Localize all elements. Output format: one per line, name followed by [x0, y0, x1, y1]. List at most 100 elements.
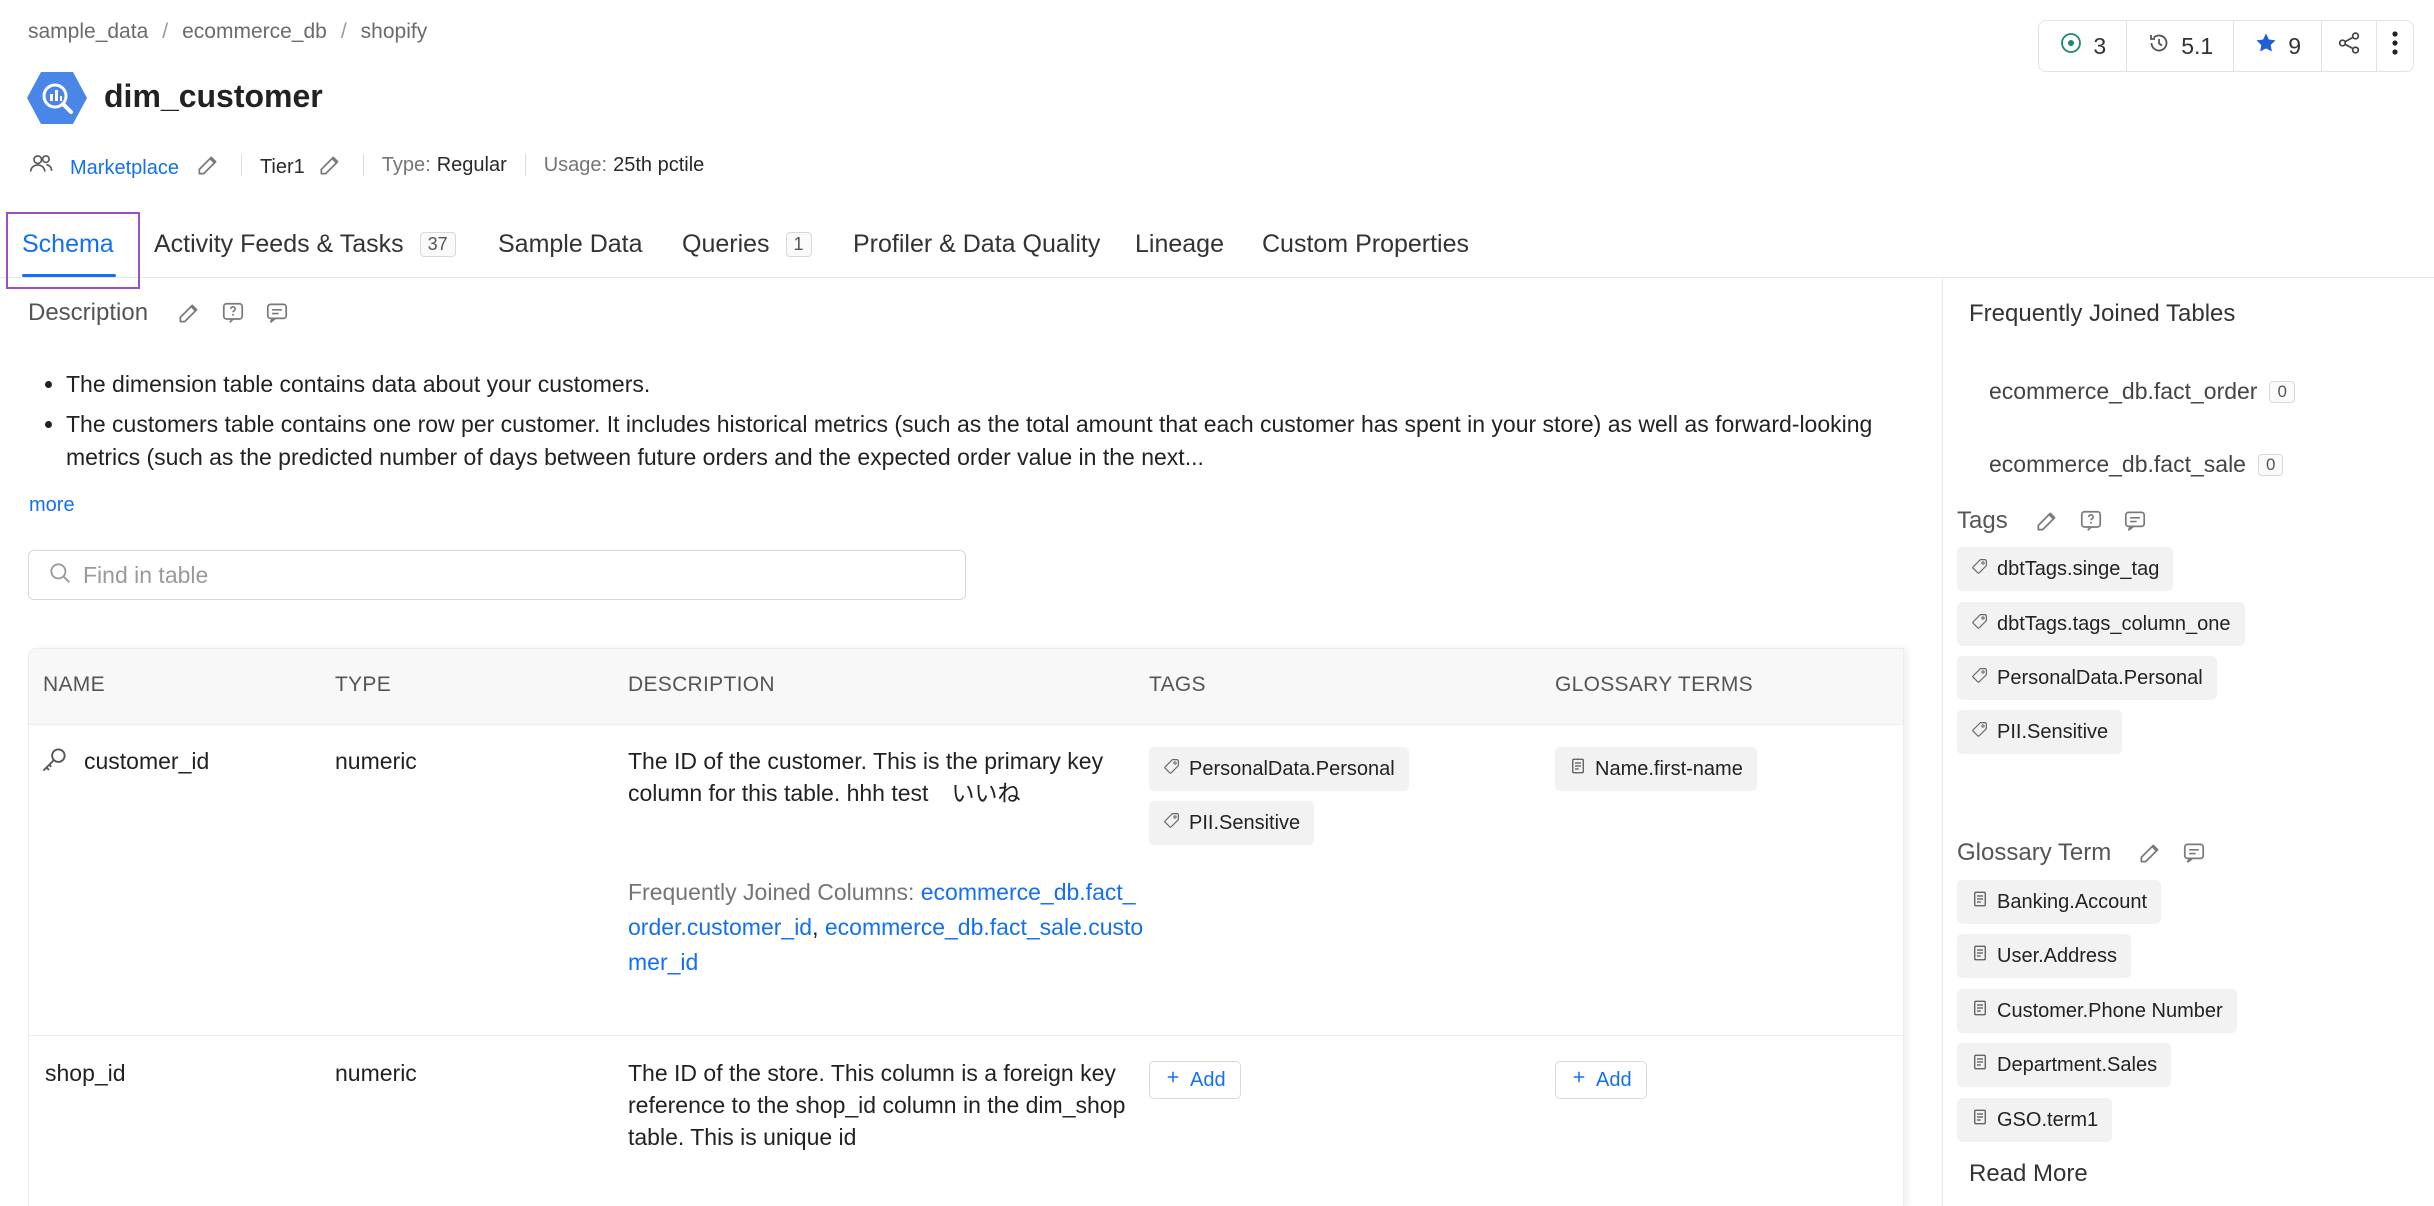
owner-link[interactable]: Marketplace: [70, 157, 179, 180]
tier-label: Tier1: [259, 155, 305, 178]
glossary-label: GSO.term1: [1997, 1108, 2099, 1131]
request-icon[interactable]: [218, 298, 248, 328]
edit-tier-icon[interactable]: [315, 150, 345, 180]
frequently-joined-label: Frequently Joined Columns:: [628, 879, 915, 905]
tag-icon: [1163, 757, 1181, 781]
more-link[interactable]: more: [29, 494, 75, 517]
type-label: Type:: [381, 153, 431, 176]
glossary-header: Glossary Term: [1957, 838, 2209, 868]
edit-icon[interactable]: [174, 298, 204, 328]
focus-outline: [6, 212, 140, 289]
version-button[interactable]: 5.1: [2127, 21, 2235, 71]
tab-queries[interactable]: Queries 1: [682, 210, 812, 278]
tag-chip[interactable]: PersonalData.Personal: [1957, 656, 2217, 700]
edit-owner-icon[interactable]: [193, 150, 223, 180]
more-actions-button[interactable]: [2377, 21, 2413, 71]
conversation-icon[interactable]: [2120, 506, 2150, 536]
tab-profiler[interactable]: Profiler & Data Quality: [853, 210, 1100, 278]
breadcrumb-separator: /: [340, 20, 347, 43]
breadcrumb-item-service[interactable]: sample_data: [28, 20, 148, 44]
metadata-row: Marketplace Tier1 Type: Regular Usage: 2…: [28, 148, 704, 182]
usage-label: Usage:: [543, 153, 608, 176]
tag-chip[interactable]: dbtTags.tags_column_one: [1957, 602, 2245, 646]
glossary-icon: [1971, 944, 1989, 968]
plus-icon: [1164, 1068, 1182, 1092]
tag-chip[interactable]: dbtTags.singe_tag: [1957, 547, 2174, 591]
tag-icon: [1163, 811, 1181, 835]
joined-table-item[interactable]: ecommerce_db.fact_sale 0: [1989, 451, 2284, 478]
column-tags: PersonalData.Personal: [1149, 747, 1409, 791]
tags-header: Tags: [1957, 506, 2150, 536]
edit-icon[interactable]: [2032, 506, 2062, 536]
column-header-tags[interactable]: TAGS: [1149, 673, 1206, 697]
users-icon: [28, 151, 56, 179]
breadcrumb-item-schema[interactable]: shopify: [361, 20, 428, 44]
bigquery-logo: [26, 70, 88, 126]
conversation-icon[interactable]: [2179, 838, 2209, 868]
column-type: numeric: [335, 748, 417, 774]
request-icon[interactable]: [2076, 506, 2106, 536]
joined-separator: ,: [812, 914, 819, 940]
tag-chip[interactable]: PII.Sensitive: [1957, 710, 2123, 754]
column-header-type[interactable]: TYPE: [335, 673, 391, 697]
joined-table-item[interactable]: ecommerce_db.fact_order 0: [1989, 378, 2295, 405]
tag-label: PersonalData.Personal: [1189, 757, 1395, 780]
breadcrumb: sample_data / ecommerce_db / shopify: [28, 20, 427, 44]
breadcrumb-item-database[interactable]: ecommerce_db: [182, 20, 327, 44]
edit-icon[interactable]: [2135, 838, 2165, 868]
tab-label: Custom Properties: [1262, 229, 1470, 258]
glossary-chip[interactable]: User.Address: [1957, 934, 2132, 978]
history-icon: [2147, 31, 2171, 61]
tag-chip[interactable]: PersonalData.Personal: [1149, 747, 1409, 791]
column-description-text: The ID of the store. This column is a fo…: [628, 1060, 1126, 1150]
tab-label: Activity Feeds & Tasks: [154, 229, 404, 258]
glossary-chip[interactable]: Banking.Account: [1957, 880, 2162, 924]
tab-label: Queries: [682, 229, 770, 258]
column-name[interactable]: customer_id: [84, 745, 209, 777]
add-glossary-button-wrap: Add: [1555, 1061, 1647, 1099]
column-header-glossary[interactable]: GLOSSARY TERMS: [1555, 673, 1753, 697]
conversation-icon[interactable]: [262, 298, 292, 328]
tag-label: dbtTags.singe_tag: [1997, 557, 2160, 580]
joined-table-count: 0: [2257, 453, 2284, 476]
tab-custom-properties[interactable]: Custom Properties: [1262, 210, 1469, 278]
tab-count: 1: [785, 231, 812, 257]
tag-label: PII.Sensitive: [1189, 811, 1301, 834]
column-description: The ID of the customer. This is the prim…: [628, 745, 1148, 809]
column-glossary: Name.first-name: [1555, 747, 1757, 791]
column-header-description[interactable]: DESCRIPTION: [628, 673, 775, 697]
add-tag-button[interactable]: Add: [1149, 1061, 1241, 1099]
tasks-button[interactable]: 3: [2039, 21, 2128, 71]
column-tags: PII.Sensitive: [1149, 801, 1315, 845]
tag-chip[interactable]: PII.Sensitive: [1149, 801, 1315, 845]
tab-sample-data[interactable]: Sample Data: [498, 210, 643, 278]
tab-activity-feeds[interactable]: Activity Feeds & Tasks 37: [154, 210, 456, 278]
column-description: The ID of the store. This column is a fo…: [628, 1057, 1148, 1153]
add-tag-button-wrap: Add: [1149, 1061, 1241, 1099]
glossary-chip[interactable]: Name.first-name: [1555, 747, 1757, 791]
tag-label: PersonalData.Personal: [1997, 666, 2203, 689]
tab-lineage[interactable]: Lineage: [1135, 210, 1224, 278]
search-box: [28, 550, 966, 600]
column-name[interactable]: shop_id: [45, 1057, 126, 1089]
glossary-chip[interactable]: Department.Sales: [1957, 1043, 2172, 1087]
plus-icon: [1570, 1068, 1588, 1092]
add-glossary-button[interactable]: Add: [1555, 1061, 1647, 1099]
description-header: Description: [28, 298, 292, 328]
usage-value: 25th pctile: [613, 153, 705, 176]
glossary-chip[interactable]: Customer.Phone Number: [1957, 989, 2237, 1033]
search-input[interactable]: [83, 561, 943, 589]
glossary-label: Department.Sales: [1997, 1053, 2158, 1076]
tag-label: PII.Sensitive: [1997, 720, 2109, 743]
right-panel: Frequently Joined Tables ecommerce_db.fa…: [1942, 278, 2434, 1206]
active-tab-indicator: [22, 274, 116, 277]
share-button[interactable]: [2322, 21, 2377, 71]
follow-button[interactable]: 9: [2234, 21, 2322, 71]
description-line: The dimension table contains data about …: [66, 368, 1906, 401]
glossary-chip[interactable]: GSO.term1: [1957, 1098, 2113, 1142]
column-header-name[interactable]: NAME: [43, 673, 105, 697]
tab-label: Lineage: [1135, 229, 1224, 258]
description-line: The customers table contains one row per…: [66, 408, 1906, 474]
tag-icon: [1971, 666, 1989, 690]
read-more-link[interactable]: Read More: [1969, 1160, 2088, 1188]
